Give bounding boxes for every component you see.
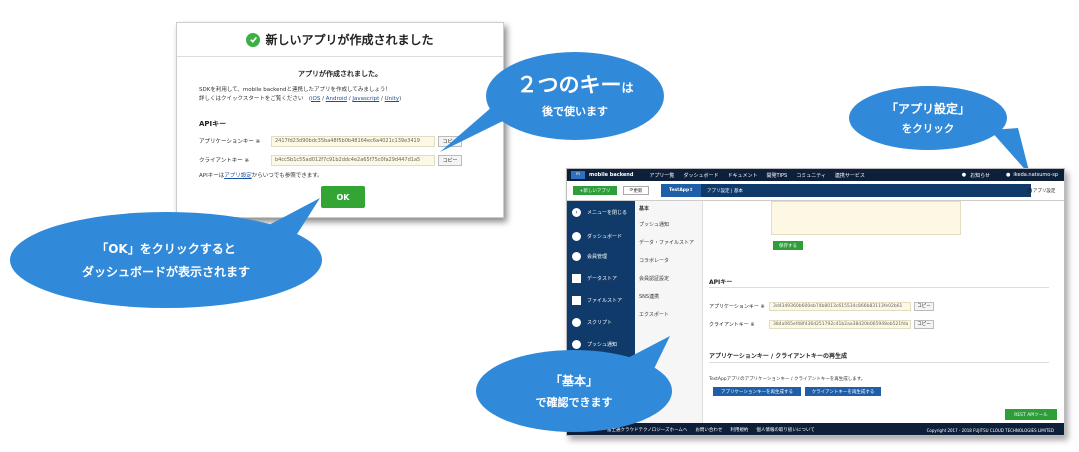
- submenu-auth[interactable]: 会員認証設定: [639, 275, 669, 282]
- user-icon: ●: [1006, 172, 1011, 178]
- updown-icon: ⇕: [689, 188, 694, 193]
- notice-link[interactable]: お知らせ: [970, 172, 990, 179]
- breadcrumb: アプリ設定 | 基本: [701, 184, 1031, 197]
- submenu-export[interactable]: エクスポート: [639, 311, 669, 318]
- api-key-heading: APIキー: [199, 120, 227, 128]
- copy-app-key-button[interactable]: コピー: [914, 301, 934, 311]
- submenu-basic[interactable]: 基本: [639, 205, 649, 212]
- app-key-field[interactable]: 2417fd23d90bdc35ba48f5b0b48164ec6a4021c1…: [271, 135, 435, 147]
- logo-text: mobile backend: [589, 172, 634, 178]
- sidebar-item-filestore[interactable]: ファイルストア: [567, 289, 635, 311]
- client-key-row: クライアントキー ※ b4cc5b1c55ad012f7c91b2ddc4e2a…: [199, 154, 462, 166]
- footer-link-privacy[interactable]: 個人情報の取り扱いについて: [756, 427, 814, 433]
- top-nav: m mobile backend アプリ一覧 ダッシュボード ドキュメント 開発…: [567, 169, 1064, 181]
- nav-integrations[interactable]: 連携サービス: [835, 172, 865, 179]
- copy-client-key-button[interactable]: コピー: [914, 319, 934, 329]
- sidebar-item-script[interactable]: スクリプト: [567, 311, 635, 333]
- app-key-row: アプリケーションキー ※ 3d4349360b600eb74b8013c6155…: [709, 300, 934, 312]
- sidebar-item-datastore[interactable]: データストア: [567, 267, 635, 289]
- new-app-button[interactable]: +新しいアプリ: [573, 186, 617, 195]
- nav-app-list[interactable]: アプリ一覧: [649, 172, 674, 179]
- sidebar-item-members[interactable]: 会員管理: [567, 245, 635, 267]
- submenu-datastore[interactable]: データ・ファイルストア: [639, 239, 694, 246]
- arrow-left-icon: ‹: [572, 207, 581, 217]
- dialog-description: SDKを利用して、mobile backendと連携したアプリを作成してみましょ…: [199, 87, 391, 93]
- submenu-sns[interactable]: SNS連携: [639, 293, 659, 300]
- api-key-heading: APIキー: [709, 279, 733, 286]
- footer: 富士通クラウドテクノロジーズホームへ お問い合わせ 利用規約 個人情報の取り扱い…: [567, 423, 1064, 435]
- app-key-label: アプリケーションキー ※: [199, 139, 261, 145]
- client-key-field[interactable]: b4cc5b1c55ad012f7c91b2ddc4e2a65f75c0fa29…: [271, 154, 435, 166]
- text-area[interactable]: [771, 201, 961, 235]
- app-key-row: アプリケーションキー ※ 2417fd23d90bdc35ba48f5b0b48…: [199, 135, 462, 147]
- dialog-title: 新しいアプリが作成されました: [177, 23, 503, 57]
- nav-tips[interactable]: 開発TIPS: [766, 172, 787, 179]
- api-key-note: APIキーはアプリ設定からいつでも参照できます。: [199, 173, 323, 179]
- submenu-push[interactable]: プッシュ通知: [639, 221, 669, 228]
- ok-callout-bubble: 「OK」をクリックすると ダッシュボードが表示されます: [10, 212, 322, 308]
- sidebar-item-close-menu[interactable]: ‹ メニューを閉じる: [567, 201, 635, 223]
- client-key-label: クライアントキー ※: [199, 158, 250, 164]
- file-icon: [572, 295, 581, 305]
- divider: [709, 287, 1049, 288]
- nav-dashboard[interactable]: ダッシュボード: [683, 172, 718, 179]
- user-name[interactable]: ikeda.natsumo-sp: [1013, 172, 1058, 178]
- regen-client-key-button[interactable]: クライアントキーを再生成する: [805, 387, 881, 396]
- app-selector[interactable]: TestApp ⇕: [661, 184, 701, 197]
- client-key-field[interactable]: 384a065ef48f436d251792c41b2aa38d20b06594…: [769, 319, 911, 329]
- keys-callout-bubble: ２つのキーは 後で使います: [486, 52, 664, 140]
- cloud-icon: [572, 317, 581, 327]
- link-javascript[interactable]: Javascript: [352, 96, 379, 102]
- basic-callout-bubble: 「基本」 で確認できます: [476, 350, 672, 432]
- nav-docs[interactable]: ドキュメント: [727, 172, 757, 179]
- quickstart-line: 詳しくはクイックスタートをご覧ください (iOS / Android / Jav…: [199, 96, 402, 102]
- footer-link-terms[interactable]: 利用規約: [730, 427, 748, 433]
- regen-app-key-button[interactable]: アプリケーションキーを再生成する: [713, 387, 801, 396]
- settings-callout-bubble: 「アプリ設定」 をクリック: [849, 86, 1007, 150]
- link-android[interactable]: Android: [326, 96, 347, 102]
- check-circle-icon: [246, 32, 261, 47]
- app-key-field[interactable]: 3d4349360b600eb74b8013c615534c866b83113f…: [769, 301, 911, 311]
- sub-toolbar: +新しいアプリ ⟳ 更新 TestApp ⇕ アプリ設定 | 基本 ⚙ アプリ設…: [567, 181, 1064, 201]
- save-button[interactable]: 保存する: [773, 241, 803, 250]
- users-icon: [572, 251, 581, 261]
- copyright: Copyright 2017 - 2018 FUJITSU CLOUD TECH…: [926, 427, 1054, 433]
- link-unity[interactable]: Unity: [385, 96, 399, 102]
- divider: [709, 362, 1049, 363]
- footer-link-contact[interactable]: お問い合わせ: [695, 427, 722, 433]
- nav-community[interactable]: コミュニティ: [796, 172, 826, 179]
- regen-heading: アプリケーションキー / クライアントキーの再生成: [709, 353, 848, 360]
- logo-icon: m: [571, 171, 585, 179]
- refresh-button[interactable]: ⟳ 更新: [623, 186, 649, 195]
- sidebar-item-dashboard[interactable]: ダッシュボード: [567, 225, 635, 247]
- bell-icon[interactable]: ●: [962, 172, 966, 178]
- dashboard-icon: [572, 231, 581, 241]
- list-icon: [572, 273, 581, 283]
- client-key-row: クライアントキー ※ 384a065ef48f436d251792c41b2aa…: [709, 318, 934, 330]
- regen-description: TestAppアプリのアプリケーションキー / クライアントキーを再生成します。: [709, 377, 866, 382]
- link-ios[interactable]: iOS: [311, 96, 320, 102]
- rest-api-tool-button[interactable]: REST APIツール: [1005, 409, 1057, 420]
- app-settings-link[interactable]: アプリ設定: [224, 173, 252, 179]
- footer-link-home[interactable]: 富士通クラウドテクノロジーズホームへ: [607, 427, 687, 433]
- submenu-collaborator[interactable]: コラボレータ: [639, 257, 669, 264]
- app-settings-button[interactable]: ⚙ アプリ設定: [1019, 184, 1063, 197]
